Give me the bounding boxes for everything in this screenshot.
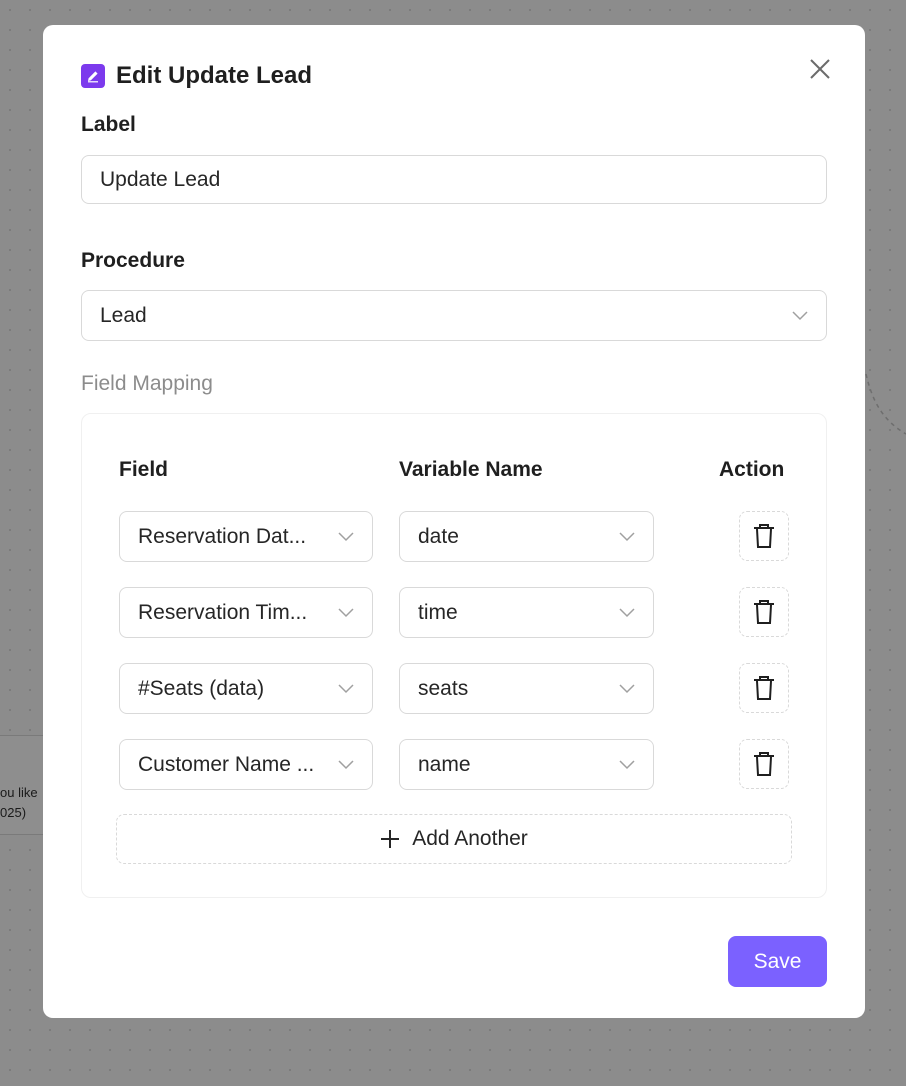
variable-select-value: seats xyxy=(418,676,469,700)
variable-select-value: name xyxy=(418,752,471,776)
variable-select-value: time xyxy=(418,600,458,624)
chevron-down-icon xyxy=(619,531,635,541)
field-select[interactable]: #Seats (data) xyxy=(119,663,373,714)
field-select-value: Reservation Dat... xyxy=(138,524,307,548)
chevron-down-icon xyxy=(792,310,808,320)
background-node-text: ou like 025) xyxy=(0,783,38,823)
background-node: ou like 025) xyxy=(0,735,44,835)
field-select[interactable]: Reservation Tim... xyxy=(119,587,373,638)
delete-row-button[interactable] xyxy=(739,511,789,561)
close-button[interactable] xyxy=(807,56,833,82)
plus-icon xyxy=(381,830,400,848)
procedure-select[interactable]: Lead xyxy=(81,290,827,341)
chevron-down-icon xyxy=(619,759,635,769)
add-another-button[interactable]: Add Another xyxy=(116,814,792,864)
field-select-value: Reservation Tim... xyxy=(138,600,308,624)
background-node-line-1: ou like xyxy=(0,785,38,800)
delete-row-button[interactable] xyxy=(739,739,789,789)
add-another-label: Add Another xyxy=(412,827,528,850)
variable-select[interactable]: name xyxy=(399,739,654,790)
label-heading: Label xyxy=(81,113,136,136)
trash-icon xyxy=(754,752,774,776)
trash-icon xyxy=(754,524,774,548)
procedure-heading: Procedure xyxy=(81,249,185,272)
chevron-down-icon xyxy=(619,683,635,693)
chevron-down-icon xyxy=(338,531,354,541)
column-header-action: Action xyxy=(719,458,785,481)
chevron-down-icon xyxy=(338,683,354,693)
background-node-line-2: 025) xyxy=(0,805,27,820)
field-mapping-heading: Field Mapping xyxy=(81,372,213,395)
column-header-variable: Variable Name xyxy=(399,458,543,481)
field-mapping-panel: Field Variable Name Action Reservation D… xyxy=(81,413,827,898)
procedure-select-value: Lead xyxy=(100,303,147,327)
chevron-down-icon xyxy=(338,759,354,769)
column-header-field: Field xyxy=(119,458,169,481)
chevron-down-icon xyxy=(338,607,354,617)
variable-select[interactable]: date xyxy=(399,511,654,562)
chevron-down-icon xyxy=(619,607,635,617)
field-select-value: Customer Name ... xyxy=(138,752,315,776)
background-connector xyxy=(865,373,906,435)
variable-select[interactable]: seats xyxy=(399,663,654,714)
delete-row-button[interactable] xyxy=(739,587,789,637)
edit-modal: Edit Update Lead Label Procedure Lead Fi… xyxy=(43,25,865,1018)
edit-icon xyxy=(81,64,105,88)
field-select[interactable]: Customer Name ... xyxy=(119,739,373,790)
label-input[interactable] xyxy=(81,155,827,204)
variable-select-value: date xyxy=(418,524,459,548)
modal-title: Edit Update Lead xyxy=(116,62,313,89)
field-select-value: #Seats (data) xyxy=(138,676,265,700)
close-icon[interactable] xyxy=(807,56,833,82)
trash-icon xyxy=(754,600,774,624)
save-button[interactable]: Save xyxy=(728,936,827,987)
trash-icon xyxy=(754,676,774,700)
field-select[interactable]: Reservation Dat... xyxy=(119,511,373,562)
variable-select[interactable]: time xyxy=(399,587,654,638)
delete-row-button[interactable] xyxy=(739,663,789,713)
modal-header: Edit Update Lead xyxy=(81,62,313,89)
